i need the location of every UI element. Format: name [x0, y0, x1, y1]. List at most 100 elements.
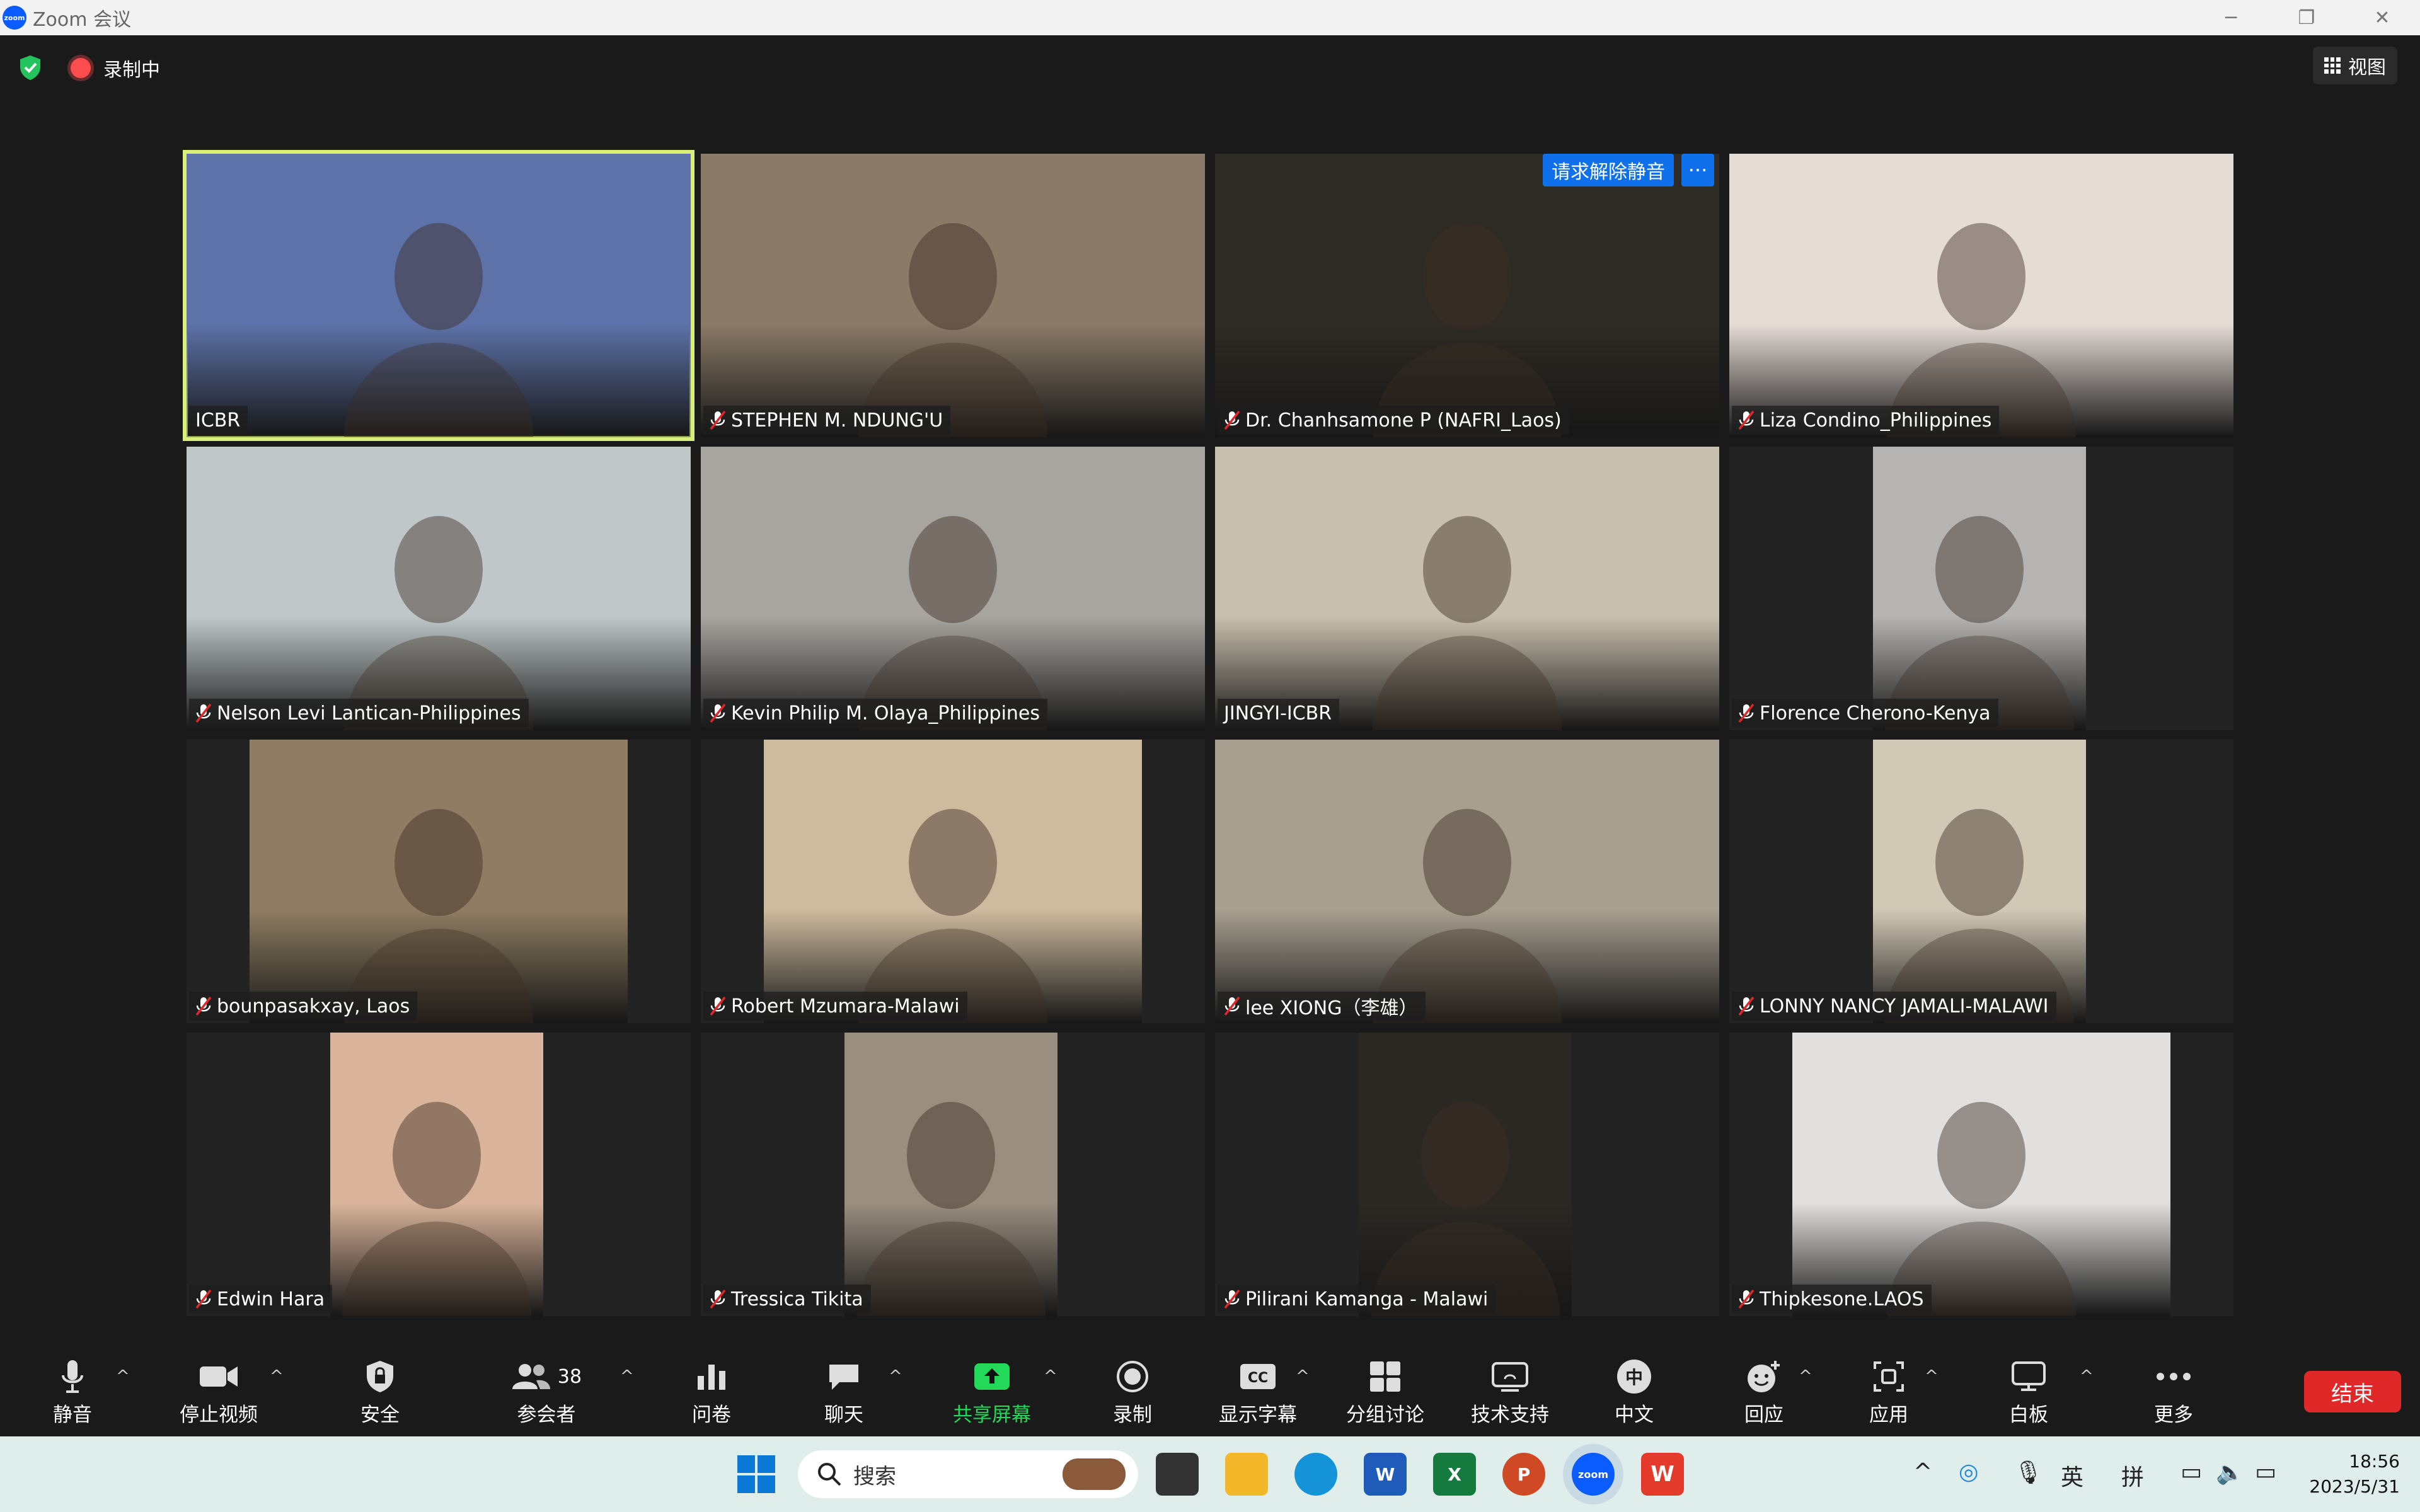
- microphone-icon: [62, 1360, 83, 1393]
- search-icon: [818, 1463, 841, 1486]
- participant-tile[interactable]: JINGYI-ICBR: [1215, 447, 1719, 730]
- participant-name: LONNY NANCY JAMALI-MALAWI: [1760, 995, 2049, 1017]
- wps-office-icon[interactable]: W: [1641, 1453, 1684, 1496]
- battery-icon[interactable]: ▭: [2255, 1459, 2276, 1485]
- participant-tile[interactable]: ICBR: [183, 150, 694, 441]
- windows-taskbar: 搜索 W X P zoom W ^ ◎ 🎙 英 拼 ▭ 🔈 ▭ 18:56 20…: [0, 1436, 2420, 1512]
- recording-status[interactable]: 录制中: [103, 54, 160, 82]
- participant-tile[interactable]: Thipkesone.LAOS: [1729, 1033, 2233, 1316]
- end-meeting-button[interactable]: 结束: [2304, 1371, 2401, 1412]
- mute-button[interactable]: 静音: [52, 1357, 93, 1433]
- powerpoint-icon[interactable]: P: [1502, 1453, 1545, 1496]
- record-button[interactable]: 录制: [1112, 1357, 1153, 1433]
- participant-tile[interactable]: Pilirani Kamanga - Malawi: [1215, 1033, 1719, 1316]
- reactions-options-caret[interactable]: ^: [1799, 1367, 1812, 1386]
- participant-tile[interactable]: Liza Condino_Philippines: [1729, 154, 2233, 437]
- chat-button[interactable]: 聊天: [823, 1357, 865, 1433]
- restore-button[interactable]: ❐: [2269, 0, 2344, 35]
- apps-options-caret[interactable]: ^: [1925, 1367, 1939, 1386]
- participant-tile[interactable]: Florence Cherono-Kenya: [1729, 447, 2233, 730]
- participant-tile[interactable]: STEPHEN M. NDUNG'U: [701, 154, 1205, 437]
- record-icon: [1117, 1361, 1148, 1392]
- participant-name: JINGYI-ICBR: [1224, 702, 1332, 724]
- participant-silhouette: [909, 809, 997, 916]
- participant-silhouette: [907, 1102, 995, 1209]
- stop-video-button[interactable]: 停止视频: [178, 1357, 260, 1433]
- polls-button[interactable]: 问卷: [691, 1357, 732, 1433]
- whiteboard-label: 白板: [2009, 1404, 2048, 1426]
- taskbar-search-box[interactable]: 搜索: [798, 1450, 1138, 1498]
- muted-mic-icon: [710, 1289, 726, 1309]
- share-screen-button[interactable]: 共享屏幕: [950, 1357, 1034, 1433]
- share-screen-arrow-icon: [974, 1363, 1010, 1390]
- ime-language-indicator[interactable]: 英: [2061, 1459, 2083, 1492]
- ime-mode-indicator[interactable]: 拼: [2121, 1459, 2144, 1492]
- tile-more-options-button[interactable]: ···: [1681, 154, 1714, 186]
- volume-icon[interactable]: 🔈: [2216, 1459, 2244, 1486]
- participant-silhouette: [395, 809, 483, 916]
- mute-label: 静音: [53, 1404, 92, 1426]
- apps-button[interactable]: 应用: [1868, 1357, 1910, 1433]
- network-icon[interactable]: ▭: [2181, 1459, 2202, 1485]
- participant-silhouette: [1935, 516, 2024, 623]
- tray-overflow-chevron-icon[interactable]: ^: [1913, 1459, 1932, 1485]
- chat-options-caret[interactable]: ^: [889, 1367, 902, 1386]
- participant-tile[interactable]: bounpasakxay, Laos: [187, 740, 691, 1023]
- encryption-shield-icon[interactable]: [18, 54, 43, 81]
- support-button[interactable]: 技术支持: [1468, 1357, 1552, 1433]
- muted-mic-icon: [195, 996, 212, 1016]
- breakout-rooms-button[interactable]: 分组讨论: [1344, 1357, 1427, 1433]
- participants-count: 38: [557, 1365, 582, 1388]
- captions-button[interactable]: CC 显示字幕: [1216, 1357, 1299, 1433]
- word-icon[interactable]: W: [1364, 1453, 1407, 1496]
- minimize-button[interactable]: ─: [2193, 0, 2269, 35]
- participant-silhouette: [1937, 1102, 2025, 1209]
- participant-name-label: Pilirani Kamanga - Malawi: [1218, 1285, 1496, 1314]
- excel-icon[interactable]: X: [1433, 1453, 1476, 1496]
- request-unmute-button[interactable]: 请求解除静音: [1543, 154, 1674, 186]
- share-options-caret[interactable]: ^: [1044, 1367, 1057, 1386]
- participant-tile[interactable]: Dr. Chanhsamone P (NAFRI_Laos) 请求解除静音 ···: [1215, 154, 1719, 437]
- participant-tile[interactable]: Tressica Tikita: [701, 1033, 1205, 1316]
- task-view-icon[interactable]: [1156, 1453, 1199, 1496]
- file-explorer-icon[interactable]: [1225, 1453, 1268, 1496]
- participant-name-label: LONNY NANCY JAMALI-MALAWI: [1732, 992, 2056, 1021]
- reactions-button[interactable]: 回应: [1743, 1357, 1785, 1433]
- muted-mic-icon: [1738, 410, 1754, 430]
- edge-browser-icon[interactable]: [1294, 1453, 1337, 1496]
- participant-tile[interactable]: lee XIONG（李雄）: [1215, 740, 1719, 1023]
- reactions-label: 回应: [1744, 1404, 1783, 1426]
- zoom-taskbar-icon[interactable]: zoom: [1572, 1453, 1615, 1496]
- participants-button[interactable]: 38 参会者: [512, 1357, 582, 1433]
- system-clock[interactable]: 18:56 2023/5/31: [2309, 1449, 2400, 1499]
- language-button[interactable]: 中 中文: [1613, 1357, 1655, 1433]
- more-button[interactable]: 更多: [2153, 1357, 2194, 1433]
- windows-start-icon[interactable]: [737, 1455, 775, 1493]
- participant-tile[interactable]: Kevin Philip M. Olaya_Philippines: [701, 447, 1205, 730]
- participant-silhouette: [1935, 809, 2024, 916]
- captions-options-caret[interactable]: ^: [1296, 1367, 1310, 1386]
- participant-silhouette: [1937, 223, 2025, 330]
- language-label: 中文: [1615, 1404, 1654, 1426]
- tray-microphone-icon[interactable]: 🎙: [2014, 1459, 2043, 1486]
- chat-bubble-icon: [829, 1365, 858, 1390]
- participant-tile[interactable]: Nelson Levi Lantican-Philippines: [187, 447, 691, 730]
- mute-options-caret[interactable]: ^: [116, 1367, 130, 1386]
- participant-tile[interactable]: Edwin Hara: [187, 1033, 691, 1316]
- apps-icon: [1874, 1361, 1904, 1392]
- participant-name-label: bounpasakxay, Laos: [189, 992, 418, 1021]
- participant-silhouette: [1423, 223, 1511, 330]
- participant-name: Nelson Levi Lantican-Philippines: [217, 702, 521, 724]
- close-button[interactable]: ✕: [2344, 0, 2420, 35]
- participant-tile[interactable]: LONNY NANCY JAMALI-MALAWI: [1729, 740, 2233, 1023]
- tray-app-icon[interactable]: ◎: [1959, 1459, 1978, 1485]
- video-options-caret[interactable]: ^: [270, 1367, 284, 1386]
- whiteboard-options-caret[interactable]: ^: [2080, 1367, 2094, 1386]
- participant-silhouette: [1423, 516, 1511, 623]
- participant-tile[interactable]: Robert Mzumara-Malawi: [701, 740, 1205, 1023]
- security-button[interactable]: 安全: [357, 1357, 403, 1433]
- whiteboard-button[interactable]: 白板: [2008, 1357, 2049, 1433]
- participant-silhouette: [909, 223, 997, 330]
- view-button[interactable]: 视图: [2313, 47, 2397, 84]
- participants-options-caret[interactable]: ^: [620, 1367, 634, 1386]
